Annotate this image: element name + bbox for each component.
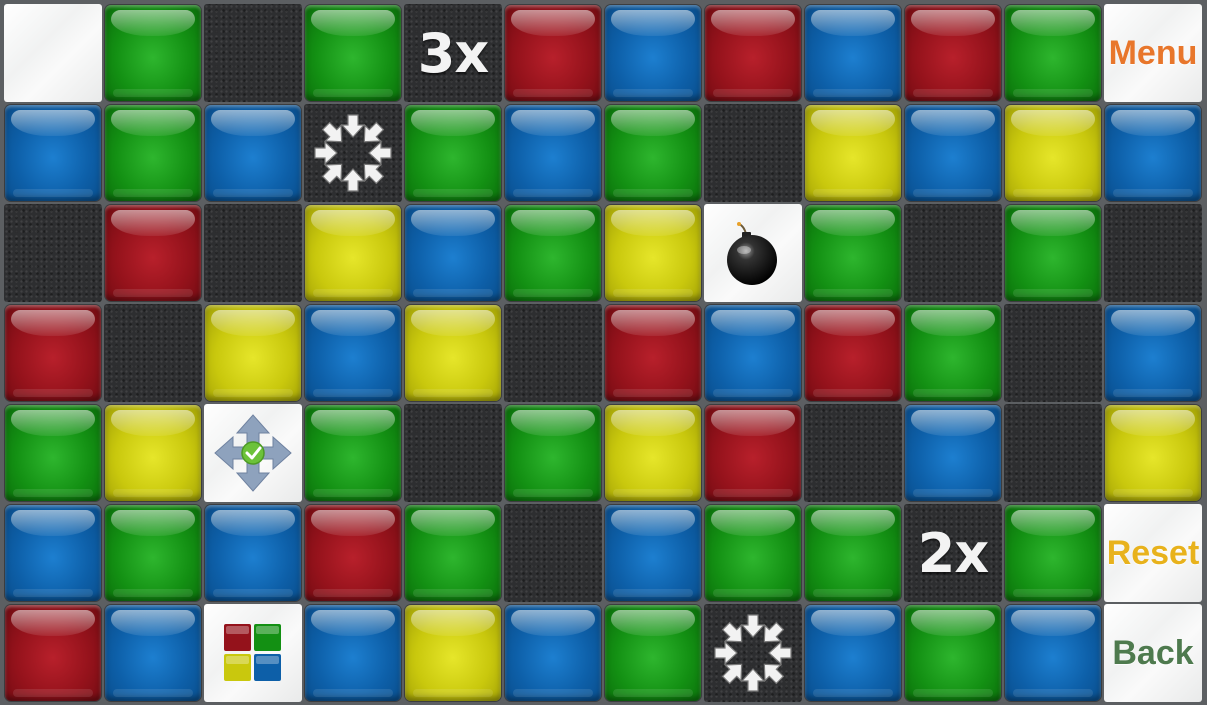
gem-tile-green[interactable]: [305, 405, 401, 501]
gem-tile-blue[interactable]: [805, 605, 901, 701]
bomb-powerup-tile[interactable]: [704, 204, 802, 302]
gem-tile-blue[interactable]: [805, 5, 901, 101]
empty-tile: [504, 504, 602, 602]
back-button[interactable]: Back: [1104, 604, 1202, 702]
gem-tile-blue[interactable]: [5, 105, 101, 201]
gem-tile-green[interactable]: [605, 105, 701, 201]
empty-tile: [904, 204, 1002, 302]
gem-tile-blue[interactable]: [1105, 105, 1201, 201]
empty-tile: [804, 404, 902, 502]
gem-tile-blue[interactable]: [305, 305, 401, 401]
blank-tile: [4, 4, 102, 102]
gem-tile-yellow[interactable]: [405, 305, 501, 401]
gem-tile-green[interactable]: [805, 205, 901, 301]
empty-tile: [204, 4, 302, 102]
gem-tile-yellow[interactable]: [605, 405, 701, 501]
multiplier-2x-tile[interactable]: 2x: [904, 504, 1002, 602]
gem-tile-blue[interactable]: [705, 305, 801, 401]
gem-tile-blue[interactable]: [205, 105, 301, 201]
menu-label: Menu: [1108, 33, 1198, 72]
gem-tile-green[interactable]: [5, 405, 101, 501]
gem-tile-red[interactable]: [605, 305, 701, 401]
multiplier-label: 3x: [417, 21, 489, 85]
implode-powerup-tile[interactable]: [304, 104, 402, 202]
gem-tile-blue[interactable]: [305, 605, 401, 701]
empty-tile: [1104, 204, 1202, 302]
gem-tile-green[interactable]: [305, 5, 401, 101]
gem-tile-green[interactable]: [1005, 505, 1101, 601]
empty-tile: [704, 104, 802, 202]
gem-tile-blue[interactable]: [905, 105, 1001, 201]
gem-tile-green[interactable]: [1005, 205, 1101, 301]
gem-tile-green[interactable]: [505, 405, 601, 501]
gem-tile-red[interactable]: [5, 605, 101, 701]
gem-tile-green[interactable]: [105, 5, 201, 101]
gem-tile-green[interactable]: [405, 505, 501, 601]
gem-tile-yellow[interactable]: [105, 405, 201, 501]
gem-tile-yellow[interactable]: [1005, 105, 1101, 201]
move-arrows-check-icon: [214, 414, 292, 492]
gem-tile-blue[interactable]: [505, 105, 601, 201]
game-board: 3x Menu 2x Reset Back: [3, 3, 1203, 703]
reset-label: Reset: [1106, 533, 1200, 572]
gem-tile-blue[interactable]: [105, 605, 201, 701]
gem-tile-green[interactable]: [905, 605, 1001, 701]
gem-tile-red[interactable]: [5, 305, 101, 401]
gem-tile-red[interactable]: [705, 405, 801, 501]
gem-tile-yellow[interactable]: [805, 105, 901, 201]
gem-tile-green[interactable]: [105, 105, 201, 201]
gem-tile-green[interactable]: [105, 505, 201, 601]
empty-tile: [1004, 304, 1102, 402]
four-colors-icon: [224, 624, 281, 681]
gem-tile-yellow[interactable]: [405, 605, 501, 701]
gem-tile-blue[interactable]: [5, 505, 101, 601]
implode-arrows-icon: [714, 614, 792, 692]
gem-tile-green[interactable]: [405, 105, 501, 201]
empty-tile: [104, 304, 202, 402]
color-swap-powerup-tile[interactable]: [204, 604, 302, 702]
gem-tile-blue[interactable]: [205, 505, 301, 601]
gem-tile-blue[interactable]: [1005, 605, 1101, 701]
gem-tile-yellow[interactable]: [1105, 405, 1201, 501]
empty-tile: [404, 404, 502, 502]
gem-tile-green[interactable]: [705, 505, 801, 601]
multiplier-3x-tile[interactable]: 3x: [404, 4, 502, 102]
gem-tile-blue[interactable]: [1105, 305, 1201, 401]
gem-tile-green[interactable]: [905, 305, 1001, 401]
menu-button[interactable]: Menu: [1104, 4, 1202, 102]
empty-tile: [504, 304, 602, 402]
gem-tile-green[interactable]: [1005, 5, 1101, 101]
reset-button[interactable]: Reset: [1104, 504, 1202, 602]
gem-tile-blue[interactable]: [905, 405, 1001, 501]
gem-tile-green[interactable]: [505, 205, 601, 301]
bomb-icon: [727, 222, 777, 285]
gem-tile-blue[interactable]: [405, 205, 501, 301]
move-powerup-tile[interactable]: [204, 404, 302, 502]
empty-tile: [4, 204, 102, 302]
empty-tile: [1004, 404, 1102, 502]
gem-tile-green[interactable]: [605, 605, 701, 701]
back-label: Back: [1112, 633, 1194, 672]
implode-arrows-icon: [314, 114, 392, 192]
gem-tile-blue[interactable]: [605, 505, 701, 601]
gem-tile-yellow[interactable]: [305, 205, 401, 301]
gem-tile-red[interactable]: [805, 305, 901, 401]
gem-tile-red[interactable]: [305, 505, 401, 601]
gem-tile-yellow[interactable]: [205, 305, 301, 401]
gem-tile-red[interactable]: [705, 5, 801, 101]
multiplier-label: 2x: [917, 521, 989, 585]
gem-tile-red[interactable]: [505, 5, 601, 101]
gem-tile-green[interactable]: [805, 505, 901, 601]
gem-tile-red[interactable]: [905, 5, 1001, 101]
gem-tile-blue[interactable]: [605, 5, 701, 101]
gem-tile-blue[interactable]: [505, 605, 601, 701]
empty-tile: [204, 204, 302, 302]
implode-powerup-tile[interactable]: [704, 604, 802, 702]
gem-tile-yellow[interactable]: [605, 205, 701, 301]
gem-tile-red[interactable]: [105, 205, 201, 301]
